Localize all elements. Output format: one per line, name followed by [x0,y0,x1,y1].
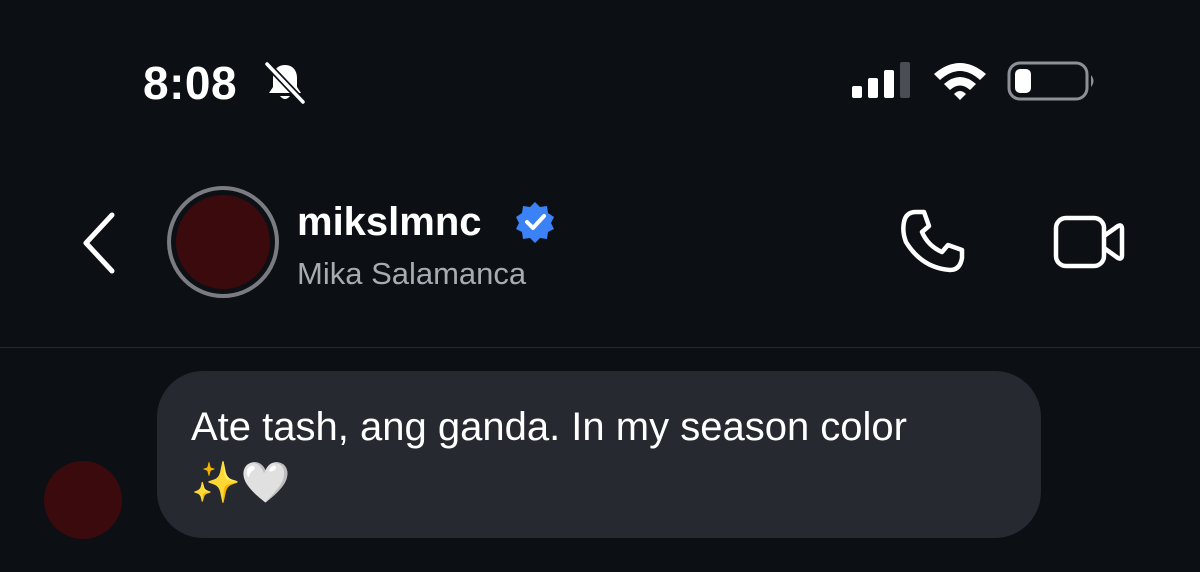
battery-icon [1007,61,1094,101]
message-text: Ate tash, ang ganda. In my season color … [191,405,907,505]
full-name: Mika Salamanca [297,256,527,291]
back-icon[interactable] [78,210,122,276]
bell-slash-icon [264,61,306,105]
video-camera-icon[interactable] [1052,210,1126,274]
verified-badge-icon [516,202,554,243]
signal-icon [852,62,910,98]
avatar[interactable] [167,186,279,298]
message-sender-avatar[interactable] [44,461,122,539]
avatar-image [176,195,270,289]
chat-screen: 8:08 mikslmnc Mika Salamanca Ate tash, a… [0,0,1200,572]
header-divider [0,347,1200,348]
username[interactable]: mikslmnc [297,198,482,246]
phone-icon[interactable] [896,206,968,278]
wifi-icon [934,63,986,100]
message-bubble[interactable]: Ate tash, ang ganda. In my season color … [157,371,1041,538]
status-time: 8:08 [143,57,238,109]
